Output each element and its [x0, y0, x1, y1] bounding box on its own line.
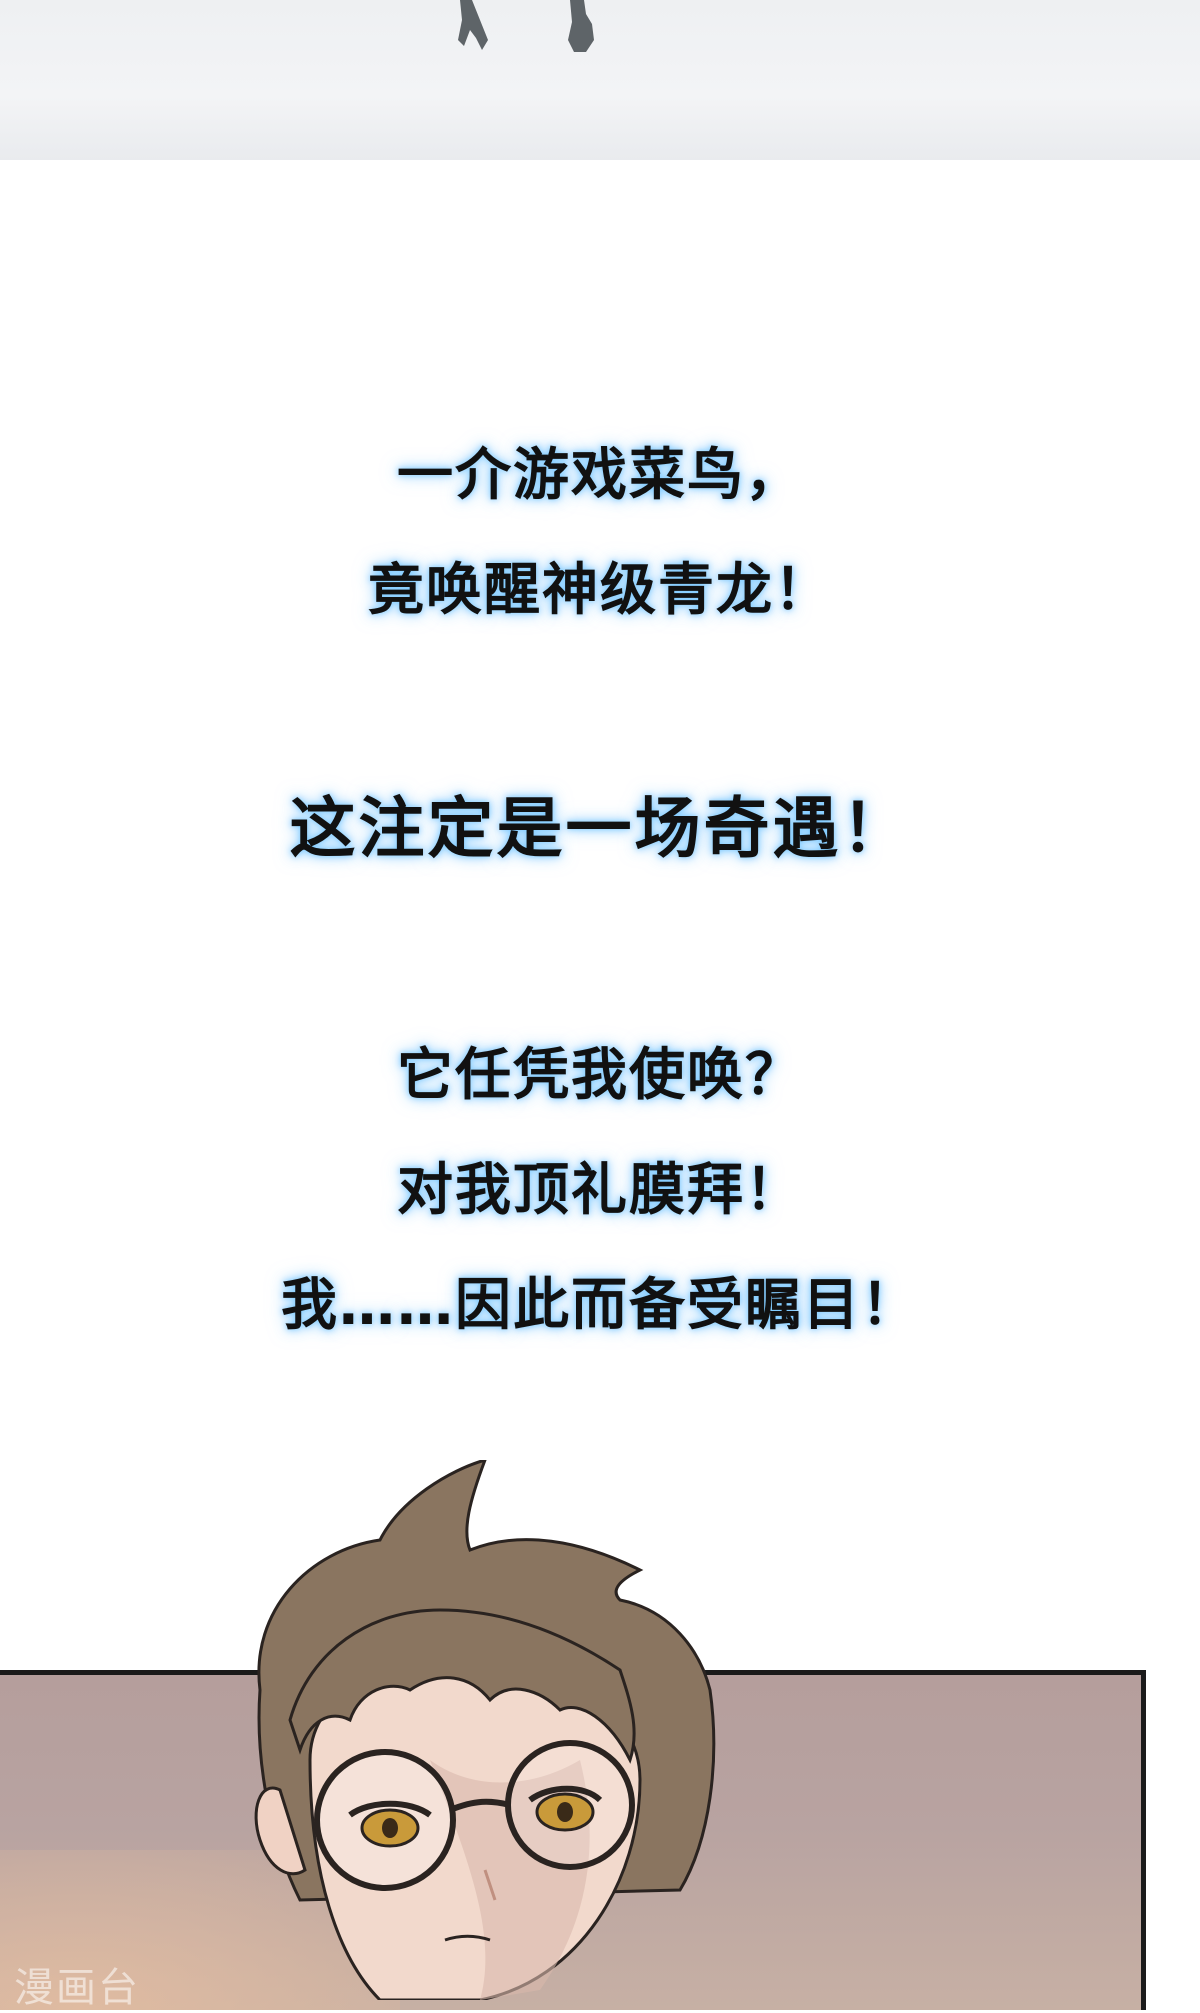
caption-line-3: 这注定是一场奇遇！ — [289, 790, 911, 867]
caption-line-4: 它任凭我使唤？ — [397, 1043, 803, 1108]
caption-line-5: 对我顶礼膜拜！ — [397, 1158, 803, 1223]
watermark-text: 漫画台 — [14, 1965, 140, 2011]
caption-line-6: 我……因此而备受瞩目！ — [281, 1273, 919, 1338]
character-portrait — [254, 1460, 716, 2000]
caption-line-2: 竟唤醒神级青龙！ — [368, 558, 832, 623]
caption-line-1: 一介游戏菜鸟， — [397, 443, 803, 508]
silhouette-figures — [458, 0, 594, 52]
